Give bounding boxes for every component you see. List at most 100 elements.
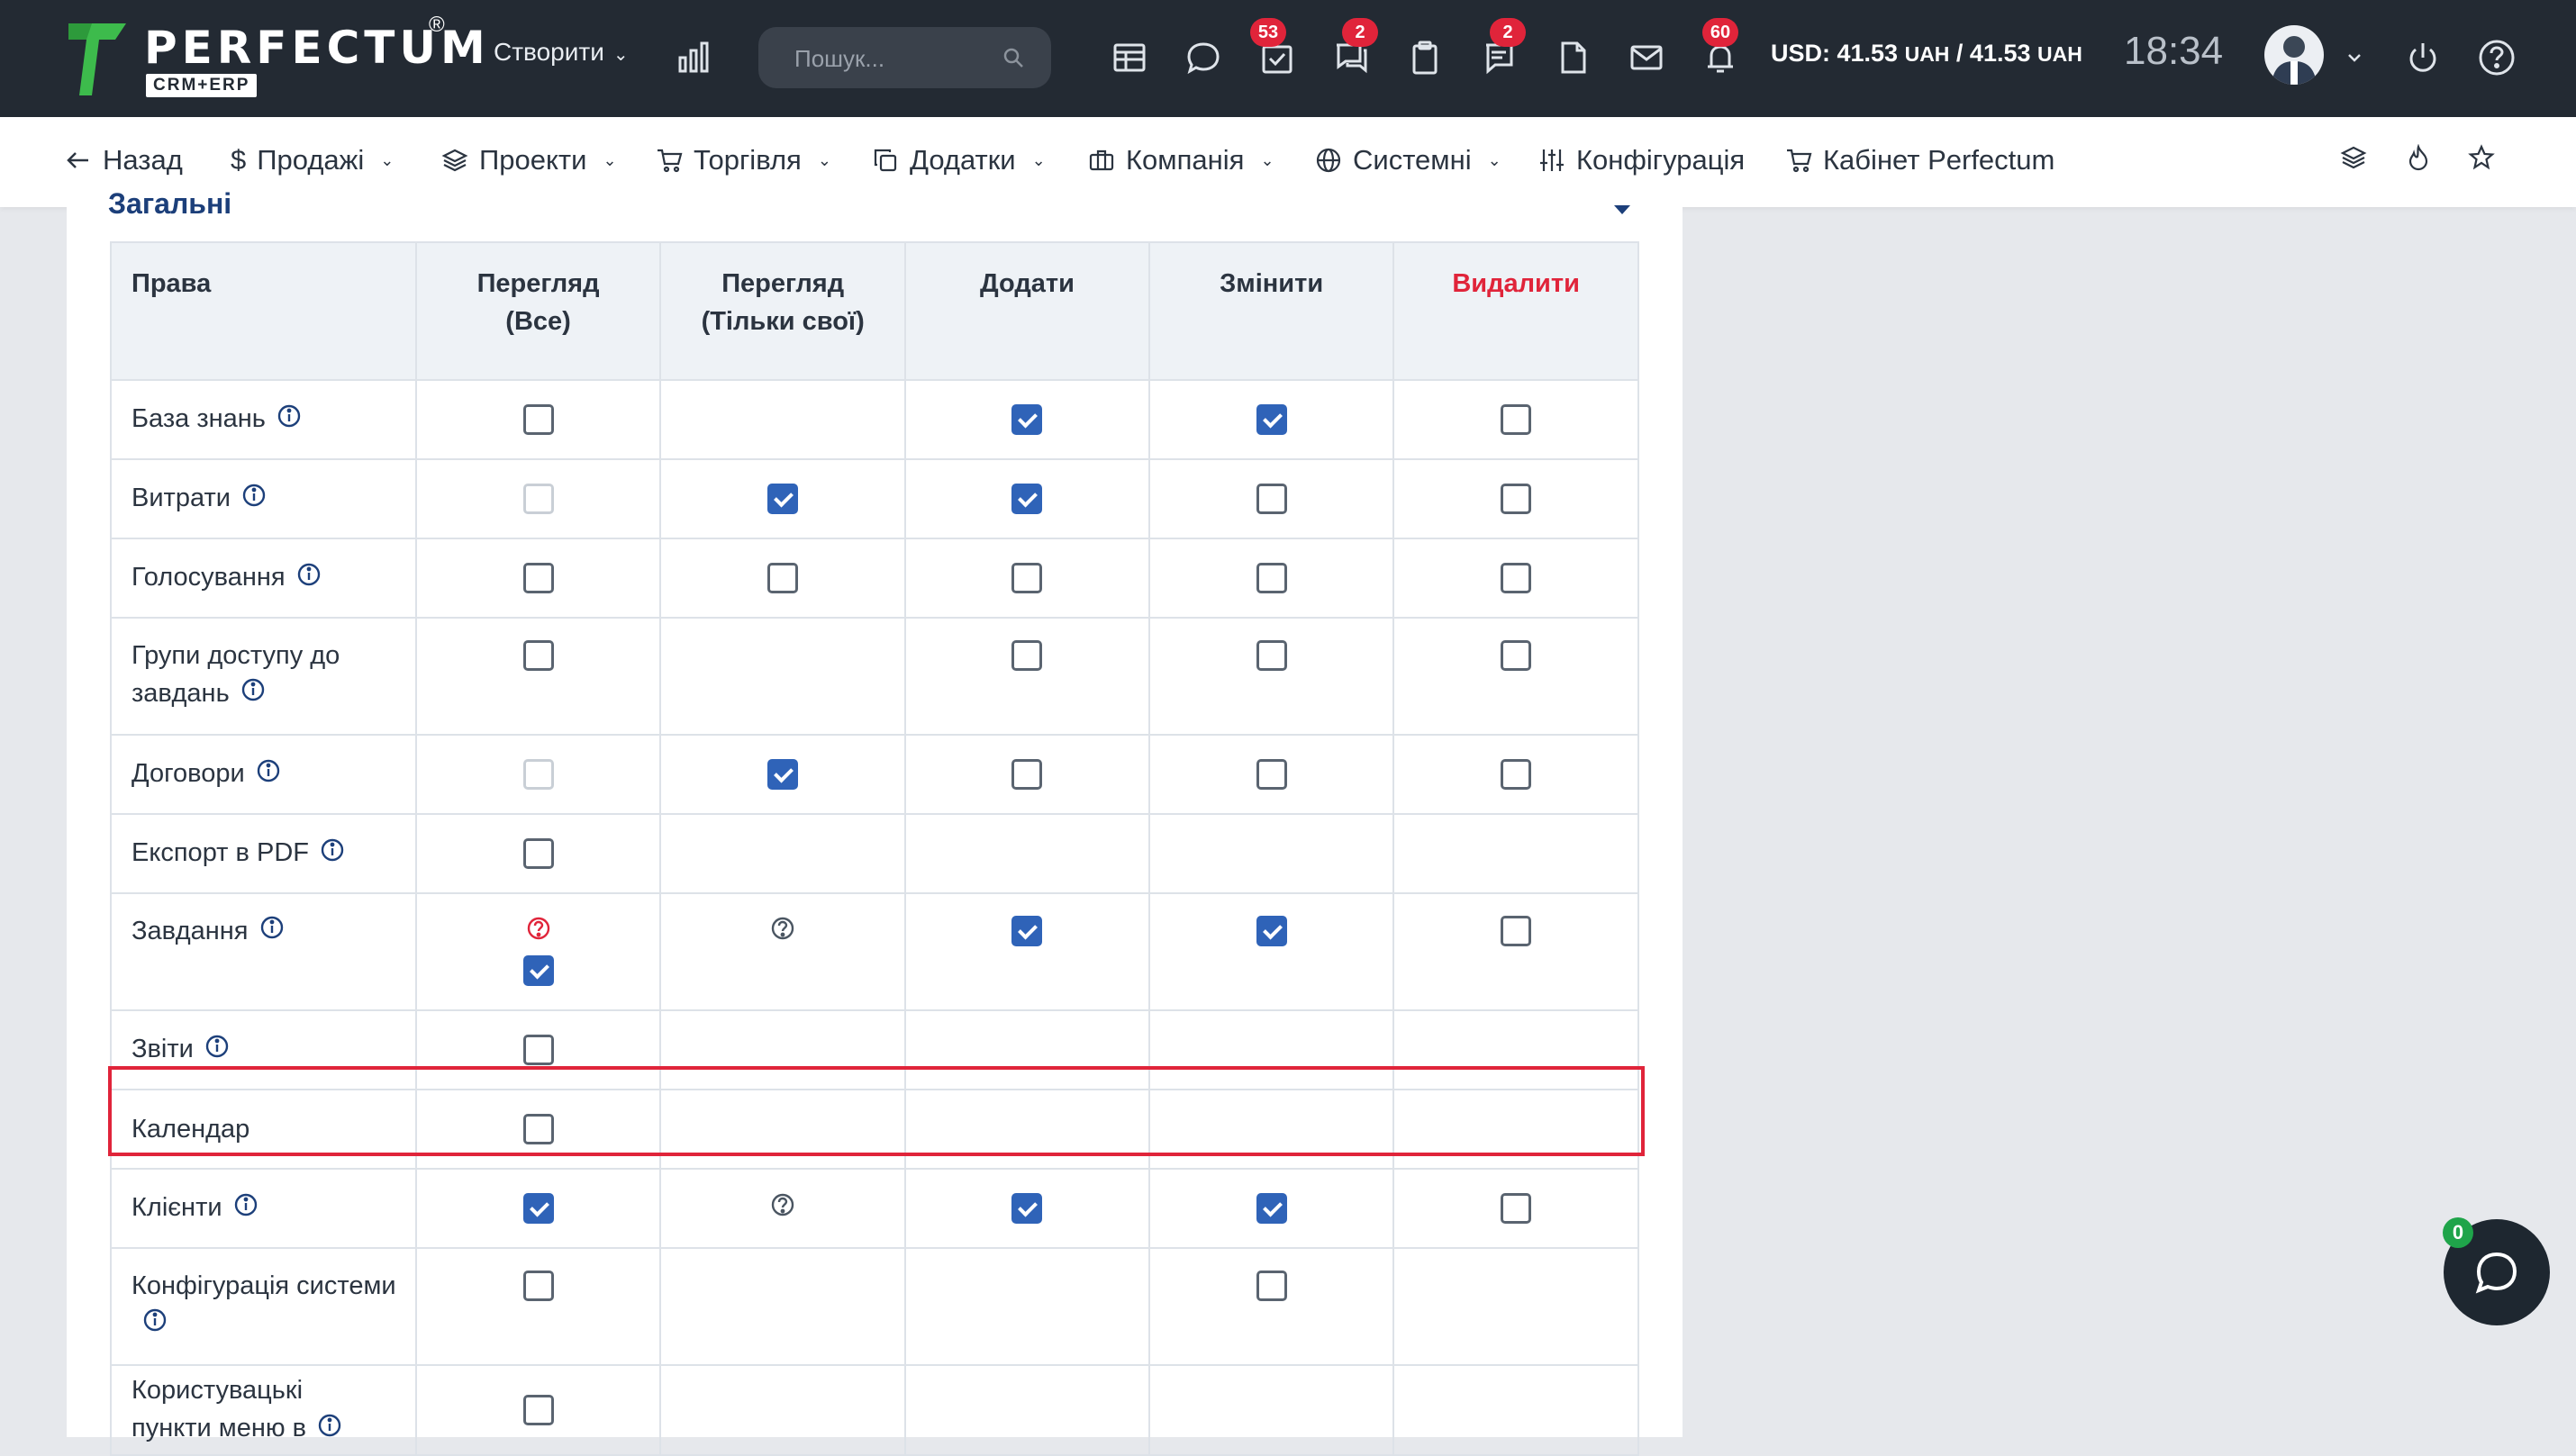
checkbox-checked[interactable] bbox=[1011, 916, 1043, 946]
checkbox[interactable] bbox=[767, 563, 799, 593]
checkbox-checked[interactable] bbox=[1011, 404, 1043, 435]
checkbox-checked[interactable] bbox=[1256, 916, 1287, 946]
permissions-table: Права Перегляд (Все) Перегляд (Тільки свої… bbox=[110, 241, 1639, 1456]
nav-cabinet[interactable]: Кабінет Perfectum bbox=[1785, 144, 2054, 176]
document-icon[interactable] bbox=[1547, 32, 1598, 83]
checkbox[interactable] bbox=[522, 1271, 554, 1301]
cell-view-own bbox=[659, 1247, 906, 1366]
info-icon[interactable] bbox=[233, 1190, 259, 1228]
checkbox[interactable] bbox=[1011, 563, 1043, 593]
cell-view-own bbox=[659, 892, 906, 1011]
checkbox-checked[interactable] bbox=[522, 955, 554, 986]
cell-add bbox=[903, 734, 1151, 815]
checkbox-disabled bbox=[522, 484, 554, 514]
logo[interactable]: PERFECTUM ® CRM+ERP bbox=[65, 13, 485, 103]
cell-view-all bbox=[414, 1247, 662, 1366]
nav-back[interactable]: Назад bbox=[65, 144, 183, 176]
checkbox[interactable] bbox=[1501, 1193, 1532, 1224]
logo-subtitle: CRM+ERP bbox=[146, 74, 258, 97]
checkbox-checked[interactable] bbox=[522, 1193, 554, 1224]
checkbox[interactable] bbox=[522, 563, 554, 593]
power-icon[interactable] bbox=[2398, 32, 2448, 83]
permission-name-line2: завдань bbox=[132, 679, 230, 708]
discussions-icon[interactable]: 2 bbox=[1326, 18, 1378, 83]
checkbox[interactable] bbox=[522, 1035, 554, 1065]
help-icon[interactable] bbox=[418, 916, 659, 948]
info-icon[interactable] bbox=[241, 481, 267, 519]
header-edit: Змінити bbox=[1148, 241, 1395, 381]
checkbox-checked[interactable] bbox=[1256, 1193, 1287, 1224]
nav-system[interactable]: Системні ⌄ bbox=[1315, 144, 1501, 176]
cell-delete bbox=[1392, 538, 1639, 619]
search-box[interactable] bbox=[758, 27, 1051, 90]
layers-icon bbox=[441, 149, 468, 172]
star-button[interactable] bbox=[2468, 144, 2495, 171]
bell-icon[interactable]: 60 bbox=[1695, 18, 1746, 83]
checkbox[interactable] bbox=[1256, 1271, 1287, 1301]
mail-icon[interactable] bbox=[1621, 32, 1672, 83]
cell-view-all bbox=[414, 1364, 662, 1456]
nav-company[interactable]: Компанія ⌄ bbox=[1088, 144, 1274, 176]
checkbox[interactable] bbox=[1501, 759, 1532, 790]
search-icon[interactable] bbox=[1002, 47, 1024, 68]
nav-sales[interactable]: $ Продажі ⌄ bbox=[231, 144, 394, 176]
chat-bubble-icon[interactable] bbox=[1178, 32, 1229, 83]
help-icon[interactable] bbox=[770, 917, 795, 947]
logo-mark-icon bbox=[68, 23, 126, 95]
info-icon[interactable] bbox=[240, 675, 266, 713]
nav-trade[interactable]: Торгівля ⌄ bbox=[656, 144, 831, 176]
checkbox[interactable] bbox=[1256, 640, 1287, 671]
info-icon[interactable] bbox=[142, 1306, 168, 1343]
checkbox[interactable] bbox=[1011, 640, 1043, 671]
avatar[interactable] bbox=[2264, 25, 2324, 85]
search-input[interactable] bbox=[793, 27, 994, 90]
checkbox[interactable] bbox=[1501, 563, 1532, 593]
nav-projects[interactable]: Проекти ⌄ bbox=[441, 144, 617, 176]
layers-button[interactable] bbox=[2340, 144, 2367, 171]
checkbox[interactable] bbox=[1501, 916, 1532, 946]
info-icon[interactable] bbox=[296, 560, 322, 598]
checkbox-checked[interactable] bbox=[1011, 484, 1043, 514]
calendar-table-icon[interactable] bbox=[1104, 32, 1155, 83]
checkbox[interactable] bbox=[1011, 759, 1043, 790]
table-row: Витрати bbox=[110, 458, 1639, 539]
info-icon[interactable] bbox=[320, 836, 345, 873]
checkbox[interactable] bbox=[1256, 563, 1287, 593]
checkbox[interactable] bbox=[522, 1395, 554, 1425]
chevron-down-icon[interactable] bbox=[1612, 203, 1632, 216]
checkbox-checked[interactable] bbox=[767, 484, 799, 514]
info-icon[interactable] bbox=[277, 402, 302, 439]
tasks-icon[interactable]: 53 bbox=[1250, 18, 1302, 83]
help-icon[interactable] bbox=[2472, 32, 2522, 83]
stats-icon[interactable] bbox=[668, 32, 719, 83]
checkbox[interactable] bbox=[522, 404, 554, 435]
checkbox[interactable] bbox=[1501, 404, 1532, 435]
checkbox[interactable] bbox=[1256, 484, 1287, 514]
cell-view-all bbox=[414, 458, 662, 539]
fire-button[interactable] bbox=[2405, 144, 2432, 171]
clipboard-icon[interactable] bbox=[1400, 32, 1450, 83]
info-icon[interactable] bbox=[317, 1411, 342, 1449]
nav-addons[interactable]: Додатки ⌄ bbox=[872, 144, 1046, 176]
notes-icon[interactable]: 2 bbox=[1474, 18, 1526, 83]
table-row: Голосування bbox=[110, 538, 1639, 619]
permission-name-cell: Конфігурація системи bbox=[110, 1247, 417, 1366]
help-icon[interactable] bbox=[770, 1193, 795, 1224]
nav-config[interactable]: Конфігурація bbox=[1538, 144, 1745, 176]
checkbox-checked[interactable] bbox=[767, 759, 799, 790]
checkbox[interactable] bbox=[522, 640, 554, 671]
info-icon[interactable] bbox=[256, 756, 281, 794]
header-view-own: Перегляд (Тільки свої) bbox=[659, 241, 906, 381]
table-row: Договори bbox=[110, 734, 1639, 815]
checkbox[interactable] bbox=[522, 838, 554, 869]
checkbox-checked[interactable] bbox=[1011, 1193, 1043, 1224]
chevron-down-icon[interactable] bbox=[2329, 32, 2380, 83]
info-icon[interactable] bbox=[259, 913, 285, 951]
checkbox[interactable] bbox=[1256, 759, 1287, 790]
checkbox[interactable] bbox=[1501, 484, 1532, 514]
checkbox[interactable] bbox=[1501, 640, 1532, 671]
table-row: Конфігурація системи bbox=[110, 1247, 1639, 1366]
checkbox-checked[interactable] bbox=[1256, 404, 1287, 435]
info-icon[interactable] bbox=[204, 1032, 230, 1070]
create-dropdown[interactable]: Створити ⌄ bbox=[494, 38, 629, 67]
